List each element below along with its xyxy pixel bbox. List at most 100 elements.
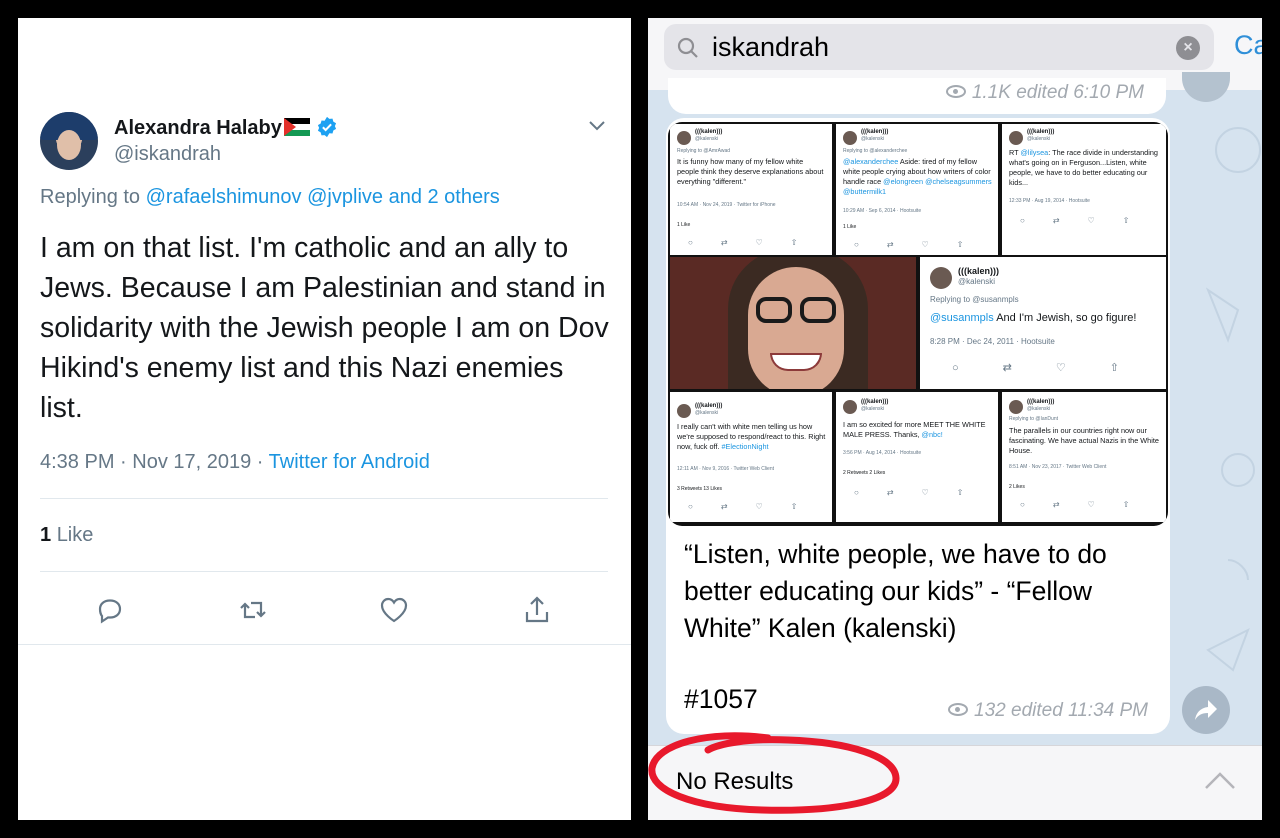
card-meta: 8:28 PM · Dec 24, 2011 · Hootsuite	[930, 337, 1055, 346]
replying-to: Replying to @rafaelshimunov @jvplive and…	[40, 186, 500, 209]
card-meta: 10:29 AM · Sep 6, 2014 · Hootsuite	[843, 208, 922, 214]
card-name: (((kalen)))	[861, 399, 889, 405]
no-results-label: No Results	[676, 768, 794, 795]
collage-card: (((kalen))) @kalenski Replying to @susan…	[920, 257, 1166, 389]
card-meta: 12:11 AM · Nov 9, 2016 · Twitter Web Cli…	[677, 466, 774, 472]
card-action-icons: ○⇄♡⇧	[854, 240, 992, 249]
tweet-collage-image[interactable]: (((kalen))) @kalenski Replying to @AmrAw…	[668, 122, 1168, 526]
card-name: (((kalen)))	[1027, 399, 1055, 405]
like-count-number: 1	[40, 524, 52, 546]
collage-card: (((kalen))) @kalenski Replying to @AmrAw…	[670, 124, 832, 255]
card-text: RT @lilysea: The race divide in understa…	[1009, 148, 1159, 188]
tweet-source[interactable]: Twitter for Android	[269, 451, 430, 473]
reply-user-link-2[interactable]: @jvplive	[307, 186, 383, 208]
card-name: (((kalen)))	[861, 129, 889, 135]
telegram-panel: iskandrah × Ca 1.1K edited 6:10 PM (((ka…	[648, 18, 1262, 820]
card-handle: @kalenski	[695, 136, 719, 142]
views-count: 132	[974, 700, 1006, 721]
views-icon	[945, 85, 966, 98]
card-replying: Replying to @susanmpls	[930, 295, 1019, 304]
forward-icon	[1195, 700, 1217, 720]
search-icon	[677, 37, 698, 58]
message-meta: 132 edited 11:34 PM	[948, 700, 1148, 722]
card-action-icons: ○⇄♡⇧	[1020, 500, 1158, 509]
avatar[interactable]	[40, 112, 98, 170]
card-name: (((kalen)))	[695, 403, 723, 409]
reply-user-link-1[interactable]: @rafaelshimunov	[146, 186, 302, 208]
collage-card: (((kalen))) @kalenski Replying to @IanDu…	[1002, 392, 1166, 522]
forward-button[interactable]	[1182, 686, 1230, 734]
card-action-icons: ○⇄♡⇧	[688, 502, 826, 511]
previous-message-bubble[interactable]: 1.1K edited 6:10 PM	[668, 78, 1166, 114]
verified-badge-icon	[317, 116, 336, 138]
card-action-icons: ○⇄♡⇧	[854, 488, 992, 497]
tweet-time[interactable]: 4:38 PM · Nov 17, 2019 ·	[40, 451, 263, 473]
likes-count[interactable]: 1 Like	[40, 524, 93, 547]
search-value[interactable]: iskandrah	[712, 32, 829, 63]
collage-card: (((kalen))) @kalenski RT @lilysea: The r…	[1002, 124, 1166, 255]
card-handle: @kalenski	[1027, 136, 1051, 142]
like-label: Like	[56, 524, 94, 546]
card-text: I am so excited for more MEET THE WHITE …	[843, 420, 993, 440]
reply-button[interactable]	[94, 594, 126, 626]
clear-icon[interactable]: ×	[1176, 36, 1200, 60]
edited-time: edited 11:34 PM	[1011, 700, 1148, 721]
card-meta: 8:51 AM · Nov 23, 2017 · Twitter Web Cli…	[1009, 464, 1107, 470]
card-link: @alexanderchee	[843, 157, 899, 166]
author-name[interactable]: Alexandra Halaby	[114, 117, 282, 139]
search-results-bar: No Results	[648, 745, 1262, 820]
avatar	[930, 267, 952, 289]
author-name-row[interactable]: Alexandra Halaby	[114, 116, 338, 140]
share-button[interactable]	[521, 594, 553, 626]
card-link: #ElectionNight	[721, 442, 769, 451]
cancel-button[interactable]: Ca	[1234, 30, 1262, 61]
card-handle: @kalenski	[695, 410, 719, 416]
card-link: @susanmpls	[930, 312, 994, 324]
screenshot-root: Alexandra Halaby @iskandrah Replying to …	[0, 0, 1280, 838]
card-text: I really can't with white men telling us…	[677, 422, 827, 452]
tweet-panel: Alexandra Halaby @iskandrah Replying to …	[18, 18, 631, 820]
card-stats: 2 Retweets 2 Likes	[843, 470, 886, 476]
tweet-meta: 4:38 PM · Nov 17, 2019 · Twitter for And…	[40, 451, 430, 474]
card-replying: Replying to @IanDunt	[1009, 416, 1058, 422]
card-text: It is funny how many of my fellow white …	[677, 157, 824, 186]
author-handle[interactable]: @iskandrah	[114, 143, 221, 166]
tweet-text: I am on that list. I'm catholic and an a…	[40, 232, 609, 424]
retweet-icon	[240, 601, 266, 619]
card-text-body: And I'm Jewish, so go figure!	[996, 312, 1137, 324]
heart-icon	[380, 597, 408, 623]
reply-others-link[interactable]: and 2 others	[389, 186, 500, 208]
like-button[interactable]	[378, 594, 410, 626]
previous-message-meta: 1.1K edited 6:10 PM	[945, 82, 1144, 104]
card-meta: 12:33 PM · Aug 19, 2014 · Hootsuite	[1009, 198, 1090, 204]
avatar	[677, 131, 691, 145]
card-text: The parallels in our countries right now…	[1009, 426, 1159, 455]
avatar	[843, 400, 857, 414]
card-link: @lilysea	[1020, 148, 1049, 157]
card-action-icons: ○⇄♡⇧	[952, 362, 1163, 374]
card-handle: @kalenski	[861, 136, 885, 142]
card-handle: @kalenski	[958, 277, 996, 286]
card-meta: 10:54 AM · Nov 24, 2019 · Twitter for iP…	[677, 202, 776, 208]
card-text: @alexanderchee Aside: tired of my fellow…	[843, 157, 993, 197]
message-bubble[interactable]: (((kalen))) @kalenski Replying to @AmrAw…	[666, 118, 1170, 734]
card-link: @nbc!	[921, 430, 943, 439]
chevron-down-icon[interactable]	[586, 114, 608, 136]
views-icon	[948, 703, 969, 716]
collage-card: (((kalen))) @kalenski Replying to @alexa…	[836, 124, 998, 255]
retweet-button[interactable]	[237, 594, 269, 626]
card-replying: Replying to @alexanderchee	[843, 148, 908, 154]
profile-photo	[670, 257, 916, 389]
divider	[40, 571, 608, 572]
card-text-prefix: RT	[1009, 148, 1019, 157]
avatar	[1009, 400, 1023, 414]
avatar	[1009, 131, 1023, 145]
search-input[interactable]: iskandrah ×	[664, 24, 1214, 70]
card-name: (((kalen)))	[1027, 129, 1055, 135]
message-hashtag[interactable]: #1057	[684, 684, 758, 715]
card-stats: 3 Retweets 13 Likes	[677, 486, 723, 492]
card-handle: @kalenski	[861, 406, 885, 412]
chevron-up-icon[interactable]	[1204, 770, 1236, 790]
card-action-icons: ○⇄♡⇧	[688, 238, 826, 247]
reply-icon	[98, 599, 122, 624]
